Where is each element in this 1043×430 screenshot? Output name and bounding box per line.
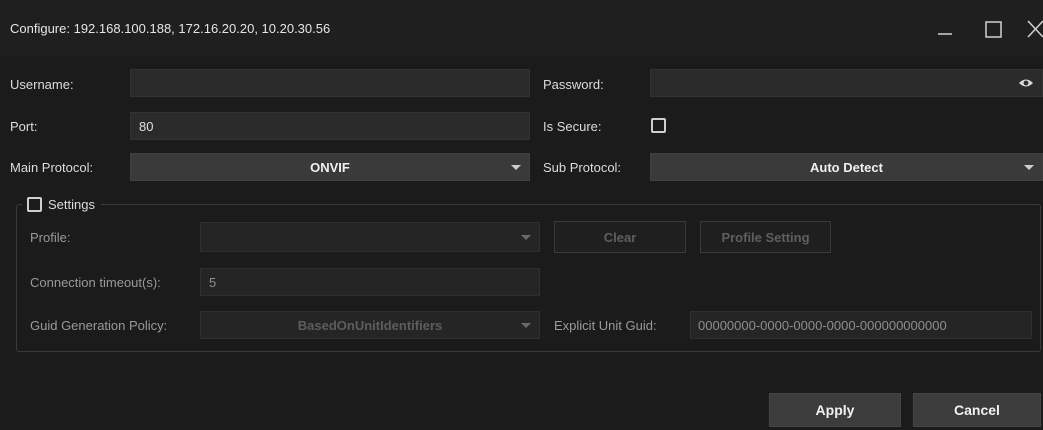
is-secure-label: Is Secure: [543,119,602,134]
connection-timeout-label: Connection timeout(s): [30,275,161,290]
explicit-guid-label: Explicit Unit Guid: [554,318,657,333]
settings-legend: Settings [23,195,101,213]
connection-timeout-input[interactable] [200,268,540,296]
close-button[interactable] [1022,14,1043,44]
chevron-down-icon [1024,165,1034,170]
sub-protocol-select[interactable]: Auto Detect [650,153,1043,181]
chevron-down-icon [521,235,531,240]
password-input[interactable] [650,69,1043,97]
explicit-guid-input[interactable] [690,311,1032,339]
maximize-icon [985,21,1002,38]
password-label: Password: [543,77,604,92]
close-icon [1027,20,1043,38]
profile-setting-button[interactable]: Profile Setting [700,221,831,253]
chevron-down-icon [511,165,521,170]
username-label: Username: [10,77,74,92]
is-secure-checkbox[interactable] [651,118,666,133]
username-input[interactable] [130,69,530,97]
clear-button[interactable]: Clear [554,221,686,253]
title-bar: Configure: 192.168.100.188, 172.16.20.20… [0,0,1043,56]
main-protocol-label: Main Protocol: [10,160,94,175]
minimize-button[interactable] [930,14,960,44]
settings-label: Settings [48,196,95,212]
port-label: Port: [10,119,38,134]
cancel-button[interactable]: Cancel [913,393,1041,427]
sub-protocol-value: Auto Detect [810,159,883,175]
settings-checkbox[interactable] [27,196,42,212]
guid-policy-label: Guid Generation Policy: [30,318,168,333]
profile-label: Profile: [30,230,71,245]
main-protocol-select[interactable]: ONVIF [130,153,530,181]
apply-button[interactable]: Apply [769,393,901,427]
maximize-button[interactable] [978,14,1008,44]
port-input[interactable] [130,112,530,140]
minimize-icon [938,33,952,35]
main-protocol-value: ONVIF [310,159,350,175]
profile-select[interactable] [200,222,540,252]
guid-policy-select[interactable]: BasedOnUnitIdentifiers [200,311,540,339]
chevron-down-icon [521,323,531,328]
guid-policy-value: BasedOnUnitIdentifiers [297,317,443,333]
eye-icon[interactable] [1018,77,1034,92]
window-title: Configure: 192.168.100.188, 172.16.20.20… [10,21,331,36]
sub-protocol-label: Sub Protocol: [543,160,622,175]
